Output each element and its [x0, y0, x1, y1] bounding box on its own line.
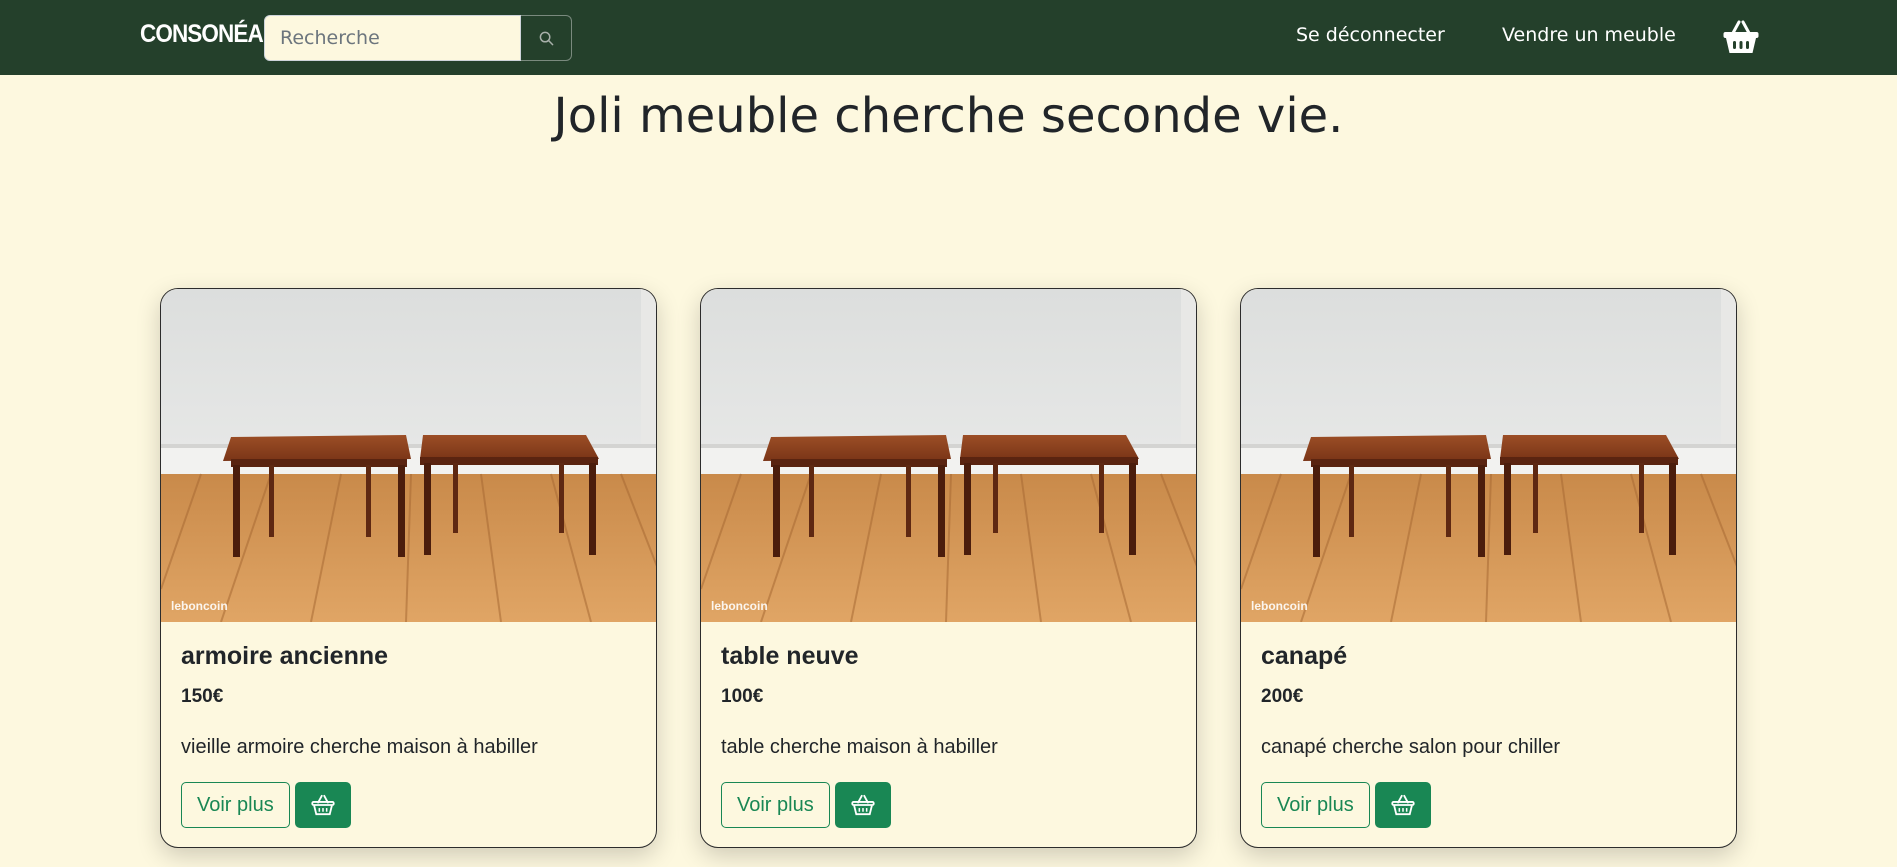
product-card: leboncoin canapé 200€ canapé cherche sal…	[1240, 288, 1737, 848]
add-to-cart-button[interactable]	[295, 782, 351, 828]
product-price: 150€	[181, 686, 224, 707]
basket-icon	[311, 794, 335, 816]
product-card: leboncoin armoire ancienne 150€ vieille …	[160, 288, 657, 848]
product-card: leboncoin table neuve 100€ table cherche…	[700, 288, 1197, 848]
see-more-button[interactable]: Voir plus	[721, 782, 830, 828]
product-price: 200€	[1261, 686, 1304, 707]
search-icon	[539, 31, 553, 45]
product-title: table neuve	[721, 642, 859, 670]
sell-furniture-link[interactable]: Vendre un meuble	[1502, 24, 1676, 46]
product-description: canapé cherche salon pour chiller	[1261, 736, 1561, 758]
image-watermark: leboncoin	[1251, 599, 1308, 613]
add-to-cart-button[interactable]	[1375, 782, 1431, 828]
page-title: Joli meuble cherche seconde vie.	[553, 88, 1344, 144]
basket-icon	[851, 794, 875, 816]
product-title: armoire ancienne	[181, 642, 389, 670]
search-button[interactable]	[521, 15, 572, 61]
product-image	[1241, 289, 1736, 622]
see-more-button[interactable]: Voir plus	[181, 782, 290, 828]
product-description: table cherche maison à habiller	[721, 736, 998, 758]
add-to-cart-button[interactable]	[835, 782, 891, 828]
see-more-button[interactable]: Voir plus	[1261, 782, 1370, 828]
product-title: canapé	[1261, 642, 1348, 670]
image-watermark: leboncoin	[711, 599, 768, 613]
product-description: vieille armoire cherche maison à habille…	[181, 736, 538, 758]
navbar: CONSONÉA Se déconnecter Vendre un meuble	[0, 0, 1897, 75]
image-watermark: leboncoin	[171, 599, 228, 613]
logout-link[interactable]: Se déconnecter	[1296, 24, 1445, 46]
product-image	[161, 289, 656, 622]
product-image	[701, 289, 1196, 622]
product-price: 100€	[721, 686, 764, 707]
search-form	[264, 15, 572, 61]
search-input[interactable]	[264, 15, 521, 61]
basket-icon	[1723, 20, 1759, 53]
cart-link[interactable]	[1722, 19, 1760, 59]
basket-icon	[1391, 794, 1415, 816]
brand-logo[interactable]: CONSONÉA	[140, 20, 264, 49]
